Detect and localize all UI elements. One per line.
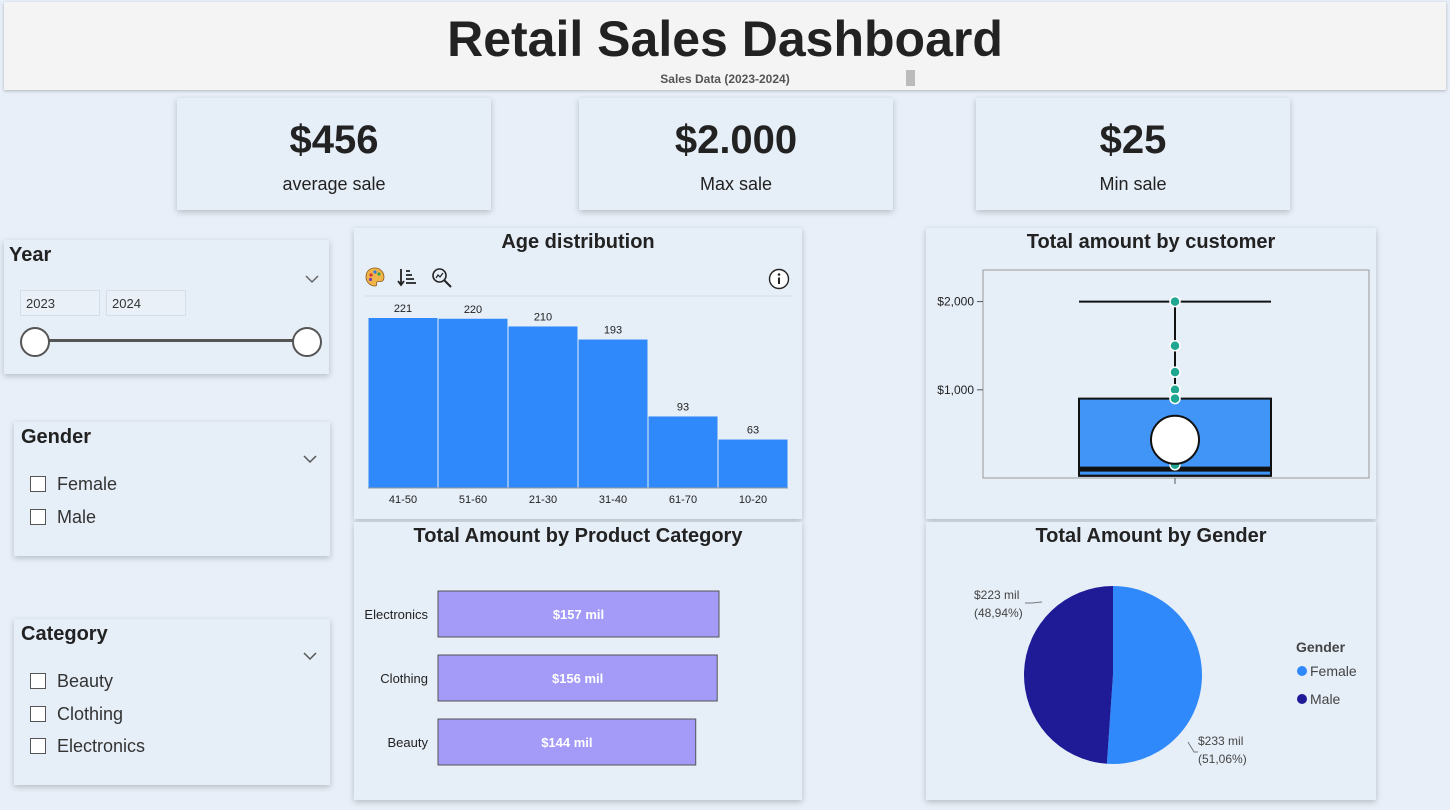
data-label: $144 mil bbox=[541, 735, 592, 750]
slider-track[interactable] bbox=[34, 339, 306, 342]
dashboard-header: Retail Sales Dashboard Sales Data (2023-… bbox=[4, 2, 1446, 90]
x-tick-label: 31-40 bbox=[599, 494, 627, 506]
kpi-value: $2.000 bbox=[674, 118, 798, 162]
outlier-point bbox=[1169, 392, 1181, 405]
data-label: (51,06%) bbox=[1198, 752, 1247, 766]
pie-slice bbox=[1023, 586, 1113, 764]
data-label: 220 bbox=[464, 304, 482, 316]
option-label: Male bbox=[57, 507, 97, 527]
kpi-label: average sale bbox=[282, 174, 386, 194]
y-tick-label: $1,000 bbox=[937, 383, 974, 397]
legend-label: Male bbox=[1310, 691, 1341, 707]
slicer-title: Category bbox=[21, 623, 108, 645]
x-tick-label: 10-20 bbox=[739, 494, 767, 506]
gender-slicer: Gender Female Male bbox=[14, 422, 330, 556]
outlier-point bbox=[1169, 295, 1181, 308]
y-tick-label: $2,000 bbox=[937, 295, 974, 309]
chart-title: Total Amount by Gender bbox=[1035, 525, 1267, 547]
x-tick-label: 61-70 bbox=[669, 494, 697, 506]
slider-handle-end[interactable] bbox=[292, 327, 322, 357]
sort-icon[interactable] bbox=[396, 266, 418, 288]
outlier-point bbox=[1169, 339, 1181, 352]
gender-pie-chart[interactable]: Total Amount by Gender $233 mil (51,06%) $… bbox=[926, 522, 1376, 800]
data-label: (48,94%) bbox=[974, 606, 1023, 620]
leader-line bbox=[1187, 741, 1198, 753]
box-plot: $1,000 $2,000 bbox=[937, 269, 1370, 484]
checkbox[interactable] bbox=[30, 673, 46, 689]
bar bbox=[508, 326, 578, 488]
category-bar-plot: $157 mil Electronics $156 mil Clothing $144 … bbox=[364, 590, 720, 766]
data-label: 221 bbox=[394, 303, 412, 315]
bar bbox=[578, 339, 648, 488]
option-label: Beauty bbox=[57, 671, 114, 691]
product-category-chart[interactable]: Total Amount by Product Category $157 mi… bbox=[354, 522, 802, 800]
category-label: Electronics bbox=[364, 607, 428, 622]
kpi-label: Max sale bbox=[699, 174, 773, 194]
kpi-card-max-sale: $2.000 Max sale bbox=[579, 98, 893, 210]
legend-label: Female bbox=[1310, 663, 1357, 679]
category-slicer: Category Beauty Clothing Electronics bbox=[14, 619, 330, 785]
data-label: 193 bbox=[604, 325, 622, 337]
pie-plot: $233 mil (51,06%) $223 mil (48,94%) Gender Fe… bbox=[974, 586, 1357, 766]
data-label: 63 bbox=[747, 425, 759, 437]
kpi-label: Min sale bbox=[1099, 174, 1167, 194]
palette-icon[interactable] bbox=[364, 266, 386, 288]
legend-title: Gender bbox=[1296, 639, 1346, 655]
data-label: $233 mil bbox=[1198, 734, 1243, 748]
slicer-title: Gender bbox=[21, 426, 92, 448]
resize-handle[interactable] bbox=[906, 70, 915, 86]
checkbox[interactable] bbox=[30, 738, 46, 754]
leader-line bbox=[1025, 601, 1043, 604]
legend-marker bbox=[1297, 694, 1307, 704]
page-subtitle: Sales Data (2023-2024) bbox=[660, 72, 790, 86]
x-tick-label: 51-60 bbox=[459, 494, 487, 506]
category-label: Clothing bbox=[380, 671, 428, 686]
kpi-card-average-sale: $456 average sale bbox=[177, 98, 491, 210]
kpi-card-min-sale: $25 Min sale bbox=[976, 98, 1290, 210]
option-label: Female bbox=[57, 474, 118, 494]
age-distribution-chart[interactable]: Age distribution 221 41-50 220 51-60 210 21-3… bbox=[354, 228, 802, 519]
year-slicer: Year 2023 2024 bbox=[4, 240, 329, 374]
zoom-icon[interactable] bbox=[430, 266, 454, 290]
year-start-input[interactable]: 2023 bbox=[20, 290, 100, 316]
age-plot: 221 41-50 220 51-60 210 21-30 193 31-40 93 61-70 6… bbox=[364, 295, 792, 506]
chart-title: Total amount by customer bbox=[1026, 231, 1276, 253]
x-tick-label: 41-50 bbox=[389, 494, 417, 506]
bar bbox=[648, 416, 718, 488]
option-label: Electronics bbox=[57, 736, 146, 756]
kpi-value: $25 bbox=[1099, 118, 1167, 162]
year-end-input[interactable]: 2024 bbox=[106, 290, 186, 316]
x-tick-label: 21-30 bbox=[529, 494, 557, 506]
data-label: $157 mil bbox=[553, 607, 604, 622]
category-label: Beauty bbox=[388, 735, 429, 750]
data-label: $223 mil bbox=[974, 588, 1019, 602]
legend-marker bbox=[1297, 666, 1307, 676]
kpi-value: $456 bbox=[289, 118, 379, 162]
chevron-down-icon[interactable] bbox=[300, 452, 320, 466]
data-label: 210 bbox=[534, 311, 552, 323]
total-by-customer-chart[interactable]: Total amount by customer $1,000 $2,000 bbox=[926, 228, 1376, 519]
checkbox[interactable] bbox=[30, 476, 46, 492]
checkbox[interactable] bbox=[30, 509, 46, 525]
chevron-down-icon[interactable] bbox=[300, 649, 320, 663]
page-title: Retail Sales Dashboard bbox=[447, 11, 1003, 67]
slicer-title: Year bbox=[9, 244, 52, 266]
chart-title: Total Amount by Product Category bbox=[413, 525, 743, 547]
pie-slice bbox=[1106, 586, 1202, 764]
bar bbox=[368, 318, 438, 488]
info-icon[interactable] bbox=[768, 268, 790, 290]
chevron-down-icon[interactable] bbox=[302, 272, 322, 286]
data-label: 93 bbox=[677, 401, 689, 413]
checkbox[interactable] bbox=[30, 706, 46, 722]
chart-title: Age distribution bbox=[501, 231, 655, 253]
mean-marker bbox=[1150, 414, 1200, 465]
slider-handle-start[interactable] bbox=[20, 327, 50, 357]
bar bbox=[718, 439, 788, 488]
data-label: $156 mil bbox=[552, 671, 603, 686]
bar bbox=[438, 318, 508, 488]
outlier-point bbox=[1169, 366, 1181, 378]
option-label: Clothing bbox=[57, 704, 124, 724]
